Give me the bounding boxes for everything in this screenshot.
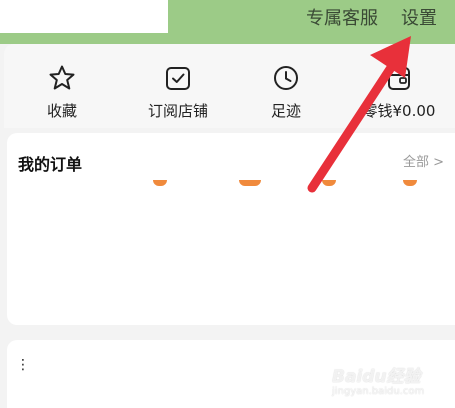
quick-item-subscribed-shops[interactable]: 订阅店铺 (133, 64, 223, 126)
order-status-icon[interactable] (322, 180, 336, 186)
header-blank-area (0, 0, 168, 33)
order-status-icon[interactable] (403, 180, 417, 186)
my-orders-card: 我的订单 全部 > (7, 133, 455, 325)
quick-item-wallet[interactable]: 零钱¥0.00 (349, 64, 449, 126)
quick-item-label: 足迹 (270, 102, 301, 120)
star-icon (49, 65, 75, 90)
wallet-icon (388, 67, 410, 90)
settings-link[interactable]: 设置 (401, 4, 437, 30)
orders-view-all-link[interactable]: 全部 > (403, 151, 444, 170)
top-header-bar: 专属客服 设置 (0, 0, 455, 44)
quick-item-label: 收藏 (46, 102, 77, 120)
quick-actions-panel: 收藏 订阅店铺 足迹 零钱¥0.00 (4, 44, 455, 128)
watermark-brand: Baidu经验 (332, 367, 421, 387)
orders-title: 我的订单 (18, 155, 83, 174)
quick-item-label: 订阅店铺 (147, 102, 208, 120)
order-status-icon[interactable] (153, 180, 167, 186)
clock-icon (274, 66, 298, 90)
more-vertical-icon[interactable]: ⋮ (16, 358, 30, 372)
order-status-icon[interactable] (239, 180, 261, 186)
subscribe-icon (166, 67, 190, 90)
quick-item-favorites[interactable]: 收藏 (17, 64, 107, 126)
quick-item-history[interactable]: 足迹 (241, 64, 331, 126)
quick-item-label: 零钱¥0.00 (362, 102, 436, 120)
watermark-url: jingyan.baidu.com (332, 386, 425, 397)
baidu-watermark: Baidu经验 jingyan.baidu.com (332, 362, 450, 402)
customer-service-link[interactable]: 专属客服 (306, 4, 378, 30)
